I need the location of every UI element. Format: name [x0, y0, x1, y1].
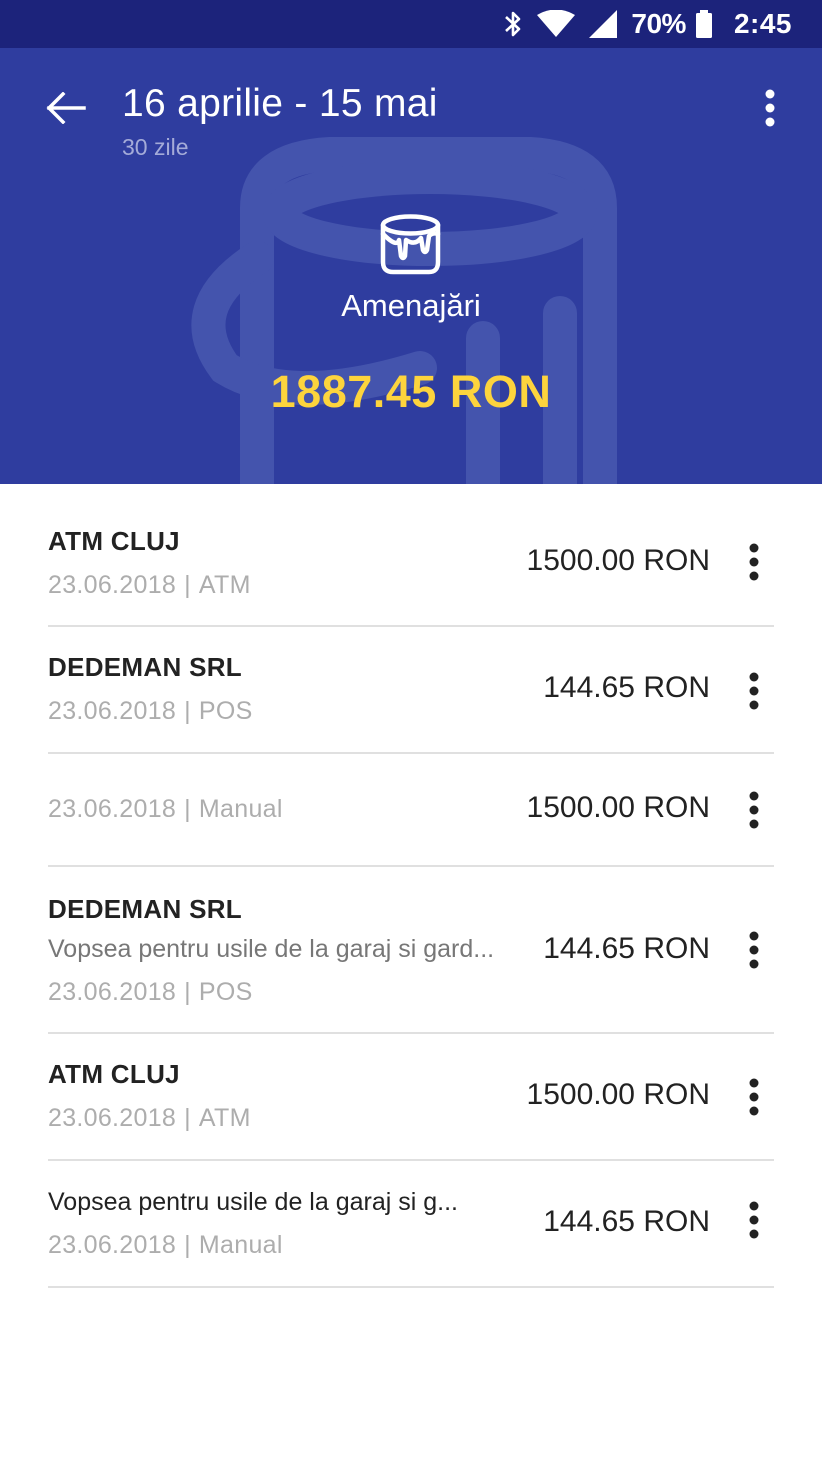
category-total: 1887.45 RON	[270, 366, 552, 417]
transaction-source: Manual	[198, 1231, 283, 1259]
meta-separator: |	[184, 1231, 191, 1259]
meta-separator: |	[184, 795, 191, 823]
screen: 70% 2:45 16 aprilie - 15 mai 30 zile Ame…	[0, 0, 822, 1462]
transaction-merchant: ATM CLUJ	[48, 526, 180, 556]
meta-separator: |	[184, 1104, 191, 1132]
transaction-date: 23.06.2018	[48, 1104, 177, 1132]
transaction-note: Vopsea pentru usile de la garaj si gard.…	[48, 935, 495, 963]
more-vertical-icon	[765, 89, 775, 127]
meta-separator: |	[184, 978, 191, 1006]
transaction-source: ATM	[198, 571, 251, 599]
transaction-date: 23.06.2018	[48, 795, 177, 823]
transaction-row[interactable]: DEDEMAN SRL Vopsea pentru usile de la ga…	[48, 867, 774, 1034]
category-header: 16 aprilie - 15 mai 30 zile Amenajări 18…	[0, 48, 822, 484]
wifi-icon	[537, 10, 576, 37]
transaction-date: 23.06.2018	[48, 978, 177, 1006]
transaction-meta: 23.06.2018 | ATM	[48, 571, 251, 600]
transaction-menu-button[interactable]	[734, 1192, 774, 1248]
status-icons: 70% 2:45	[503, 0, 792, 48]
more-vertical-icon	[749, 543, 759, 581]
transaction-list: ATM CLUJ 23.06.2018 | ATM 1500.00 RON DEDE…	[48, 484, 774, 1288]
transaction-row[interactable]: Vopsea pentru usile de la garaj si g... …	[48, 1161, 774, 1288]
transaction-amount: 144.65 RON	[543, 932, 710, 965]
transaction-merchant: DEDEMAN SRL	[48, 652, 242, 682]
arrow-left-icon	[46, 92, 86, 124]
transaction-meta: 23.06.2018 | Manual	[48, 1231, 283, 1260]
transaction-date: 23.06.2018	[48, 1231, 177, 1259]
more-vertical-icon	[749, 1078, 759, 1116]
transaction-menu-button[interactable]	[734, 1069, 774, 1125]
meta-separator: |	[184, 697, 191, 725]
transaction-meta: 23.06.2018 | POS	[48, 697, 253, 726]
transaction-menu-button[interactable]	[734, 922, 774, 978]
transaction-source: POS	[198, 978, 253, 1006]
transaction-meta: 23.06.2018 | POS	[48, 978, 253, 1007]
more-vertical-icon	[749, 1201, 759, 1239]
header-menu-button[interactable]	[744, 78, 796, 138]
transaction-amount: 1500.00 RON	[526, 1078, 710, 1111]
paint-bucket-icon	[380, 214, 441, 275]
battery-percent: 70%	[631, 8, 686, 39]
transaction-meta: 23.06.2018 | Manual	[48, 795, 283, 824]
more-vertical-icon	[749, 672, 759, 710]
transaction-amount: 1500.00 RON	[526, 791, 710, 824]
transaction-date: 23.06.2018	[48, 571, 177, 599]
period-title: 16 aprilie - 15 mai	[122, 82, 438, 125]
transaction-menu-button[interactable]	[734, 663, 774, 719]
meta-separator: |	[184, 571, 191, 599]
transaction-note: Vopsea pentru usile de la garaj si g...	[48, 1188, 458, 1216]
transaction-merchant: ATM CLUJ	[48, 1059, 180, 1089]
back-button[interactable]	[36, 78, 96, 138]
more-vertical-icon	[749, 791, 759, 829]
transaction-menu-button[interactable]	[734, 782, 774, 838]
transaction-source: ATM	[198, 1104, 251, 1132]
category-name: Amenajări	[341, 288, 481, 323]
transaction-meta: 23.06.2018 | ATM	[48, 1104, 251, 1133]
transaction-merchant: DEDEMAN SRL	[48, 894, 242, 924]
transaction-amount: 144.65 RON	[543, 671, 710, 704]
transaction-source: POS	[198, 697, 253, 725]
bluetooth-icon	[505, 11, 521, 37]
transaction-row[interactable]: ATM CLUJ 23.06.2018 | ATM 1500.00 RON	[48, 484, 774, 627]
transaction-source: Manual	[198, 795, 283, 823]
transaction-menu-button[interactable]	[734, 534, 774, 590]
transaction-row[interactable]: 23.06.2018 | Manual 1500.00 RON	[48, 754, 774, 867]
battery-icon	[695, 10, 712, 38]
more-vertical-icon	[749, 931, 759, 969]
transaction-row[interactable]: DEDEMAN SRL 23.06.2018 | POS 144.65 RON	[48, 627, 774, 754]
transaction-row[interactable]: ATM CLUJ 23.06.2018 | ATM 1500.00 RON	[48, 1034, 774, 1161]
transaction-date: 23.06.2018	[48, 697, 177, 725]
transaction-amount: 1500.00 RON	[526, 544, 710, 577]
signal-icon	[589, 10, 618, 38]
transaction-amount: 144.65 RON	[543, 1205, 710, 1238]
clock: 2:45	[733, 8, 792, 39]
period-length: 30 zile	[122, 134, 189, 160]
status-bar: 70% 2:45	[0, 0, 822, 48]
